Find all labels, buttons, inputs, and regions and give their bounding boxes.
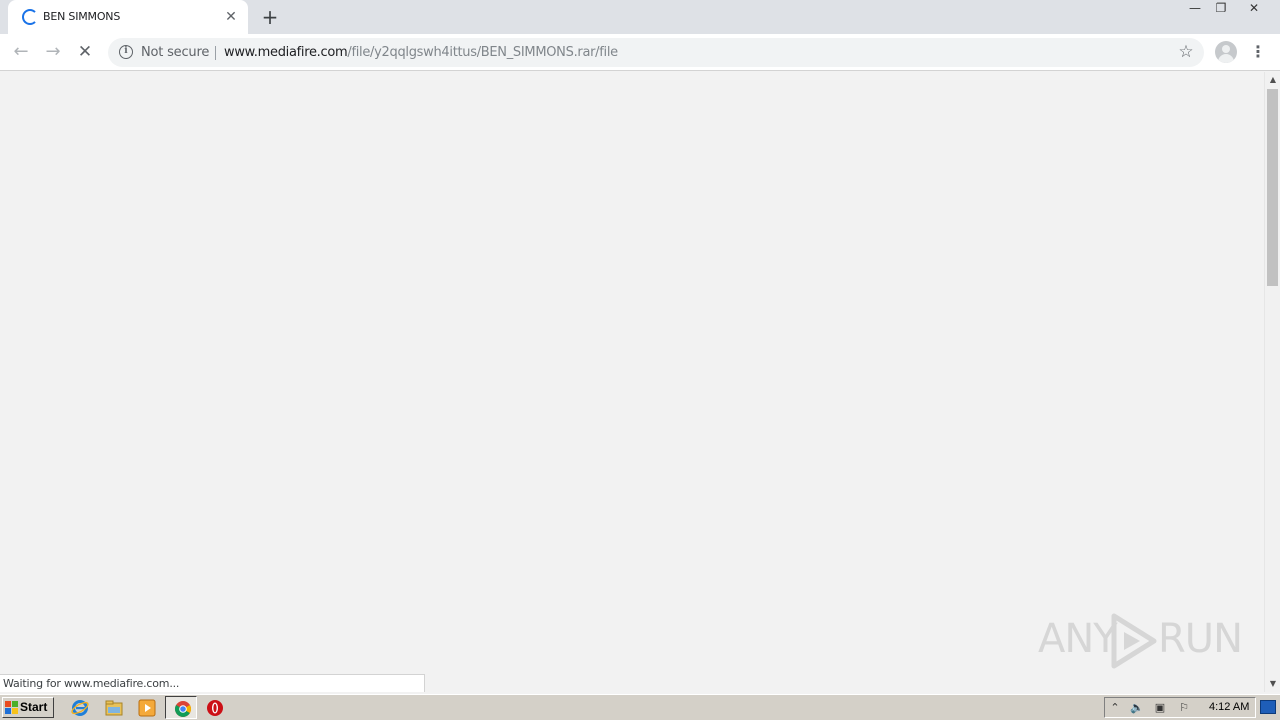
info-icon[interactable]: i [119,45,133,59]
windows-taskbar: Start ⌃ 🔈 ▣ ⚐ 4:12 AM [0,694,1280,720]
watermark-left-text: ANY [1038,616,1118,662]
minimize-window-button[interactable]: — [1182,0,1208,18]
browser-toolbar: ← → ✕ i Not secure www.mediafire.com/fil… [0,34,1280,71]
bookmark-star-icon[interactable]: ☆ [1176,42,1196,62]
anyrun-watermark: ANY RUN [1038,612,1243,670]
windows-logo-icon [5,701,18,714]
taskbar-clock[interactable]: 4:12 AM [1209,701,1249,713]
watermark-right-text: RUN [1158,616,1243,662]
restore-window-button[interactable]: ❐ [1208,0,1234,18]
volume-icon[interactable]: 🔈 [1129,701,1145,715]
profile-avatar-icon[interactable] [1215,41,1237,63]
browser-tab[interactable]: BEN SIMMONS ✕ [8,0,248,34]
show-hidden-icons-icon[interactable]: ⌃ [1107,701,1123,715]
tab-strip: BEN SIMMONS ✕ + — ❐ ✕ [0,0,1280,34]
network-icon[interactable]: ▣ [1152,701,1168,715]
play-icon [1111,613,1157,669]
avatar-body [1218,54,1234,63]
scroll-down-icon[interactable]: ▼ [1265,676,1280,692]
screen: BEN SIMMONS ✕ + — ❐ ✕ ← → ✕ i Not secure… [0,0,1280,720]
folder-icon[interactable] [104,698,124,718]
url-path: /file/y2qqlgswh4ittus/BEN_SIMMONS.rar/fi… [347,45,618,60]
internet-explorer-icon[interactable] [70,698,90,718]
url-text[interactable]: www.mediafire.com/file/y2qqlgswh4ittus/B… [224,45,618,60]
back-button[interactable]: ← [9,40,33,64]
chrome-icon [175,701,191,717]
action-center-flag-icon[interactable]: ⚐ [1176,701,1192,715]
url-host: www.mediafire.com [224,45,348,60]
chrome-taskbar-button[interactable] [165,696,197,719]
address-bar[interactable]: i Not secure www.mediafire.com/file/y2qq… [108,38,1204,67]
vertical-scrollbar[interactable]: ▲ ▼ [1264,72,1280,692]
avatar-head [1222,45,1230,53]
tab-title: BEN SIMMONS [43,10,121,23]
security-indicator[interactable]: Not secure [141,45,209,60]
new-tab-button[interactable]: + [258,5,282,29]
page-content [0,72,1264,692]
show-desktop-icon[interactable] [1260,700,1276,714]
address-separator [215,46,216,60]
stop-loading-button[interactable]: ✕ [73,40,97,64]
close-window-button[interactable]: ✕ [1240,0,1268,18]
media-player-icon[interactable] [137,698,157,718]
loading-spinner-icon [22,9,38,25]
start-label: Start [20,700,48,714]
scrollbar-thumb[interactable] [1267,89,1278,286]
system-tray: ⌃ 🔈 ▣ ⚐ 4:12 AM [1104,697,1256,718]
opera-icon[interactable] [205,698,225,718]
scroll-up-icon[interactable]: ▲ [1265,72,1280,88]
forward-button[interactable]: → [41,40,65,64]
browser-menu-icon[interactable]: ⋮ [1248,40,1268,64]
status-bubble: Waiting for www.mediafire.com... [0,674,425,692]
start-button[interactable]: Start [2,697,54,718]
tab-close-icon[interactable]: ✕ [222,8,240,26]
